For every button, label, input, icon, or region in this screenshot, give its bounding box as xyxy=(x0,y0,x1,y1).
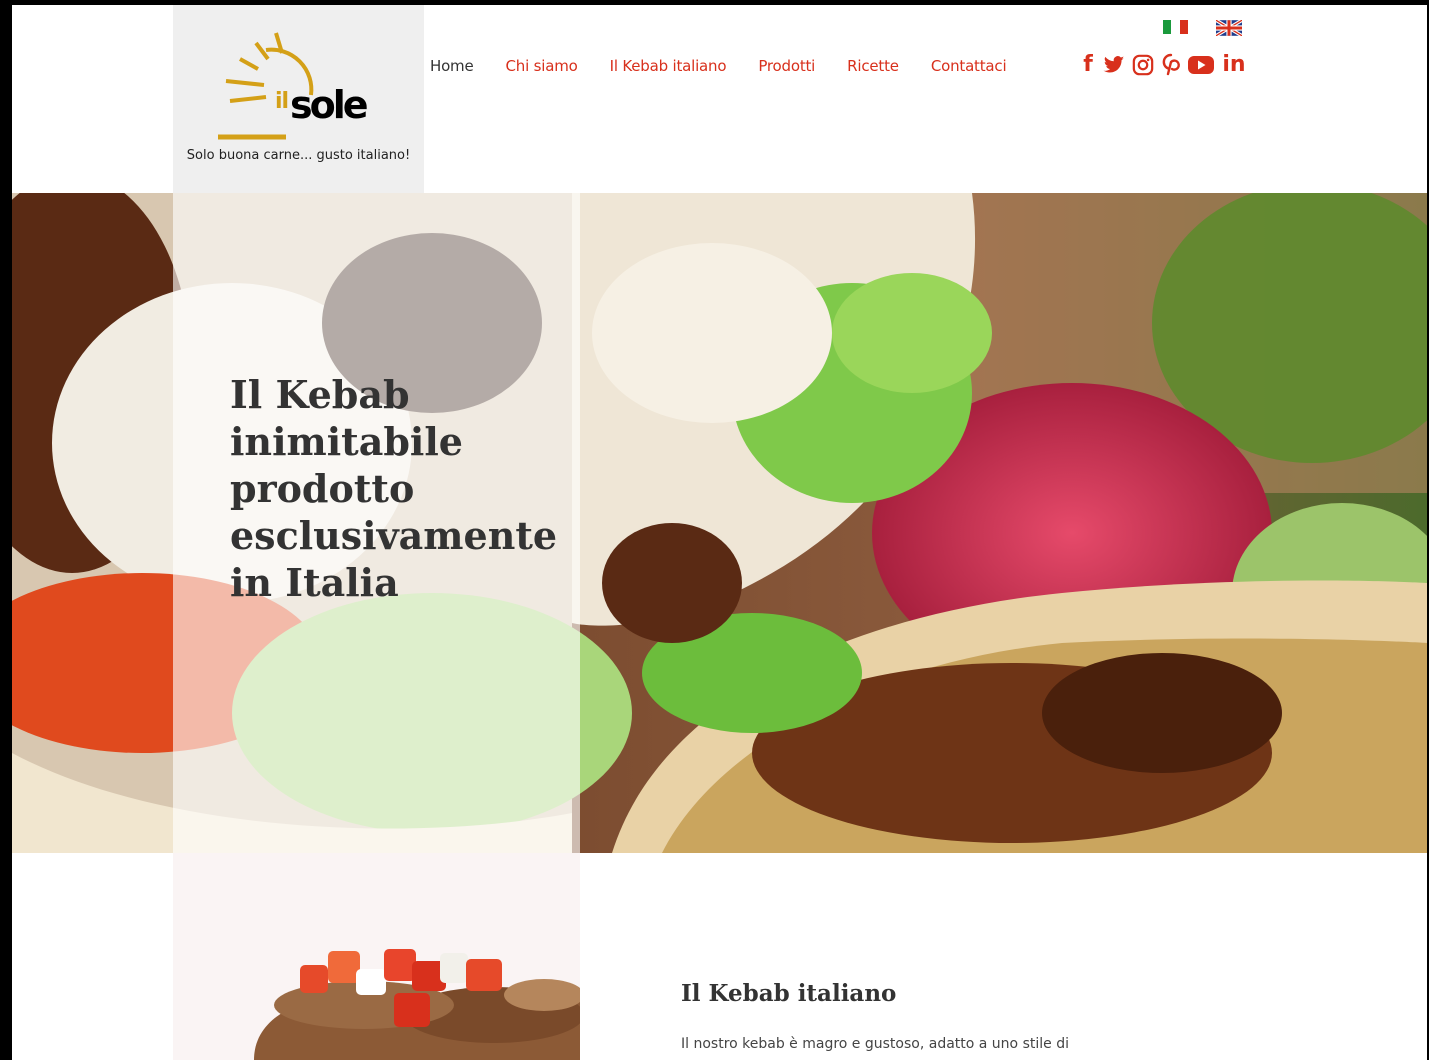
main-nav: Home Chi siamo Il Kebab italiano Prodott… xyxy=(430,57,1038,75)
nav-prodotti[interactable]: Prodotti xyxy=(758,57,815,75)
facebook-icon[interactable]: f xyxy=(1080,53,1096,77)
logo-name[interactable]: sole xyxy=(290,83,369,127)
intro-title: Il Kebab italiano xyxy=(681,980,897,1007)
nav-kebab-italiano[interactable]: Il Kebab italiano xyxy=(610,57,727,75)
instagram-icon[interactable] xyxy=(1132,54,1154,76)
social-links: f in xyxy=(1080,53,1247,77)
nav-home[interactable]: Home xyxy=(430,57,474,75)
nav-contattaci[interactable]: Contattaci xyxy=(931,57,1007,75)
youtube-icon[interactable] xyxy=(1188,55,1214,75)
kebab-plate-image xyxy=(254,949,580,1060)
twitter-icon[interactable] xyxy=(1103,55,1125,75)
italian-flag-icon[interactable] xyxy=(1163,20,1188,34)
hero-banner: Il Kebab inimitabile prodotto esclusivam… xyxy=(12,193,1427,853)
linkedin-icon[interactable]: in xyxy=(1221,53,1247,77)
language-switcher xyxy=(1163,20,1242,36)
logo-prefix[interactable]: il xyxy=(275,89,289,114)
hero-title: Il Kebab inimitabile prodotto esclusivam… xyxy=(230,372,558,605)
nav-chi-siamo[interactable]: Chi siamo xyxy=(506,57,578,75)
intro-text: Il nostro kebab è magro e gustoso, adatt… xyxy=(681,1036,1069,1052)
uk-flag-icon[interactable] xyxy=(1216,20,1242,36)
tagline: Solo buona carne... gusto italiano! xyxy=(186,148,411,163)
page: il sole Solo buona carne... gusto italia… xyxy=(12,5,1427,1060)
pinterest-icon[interactable] xyxy=(1161,53,1181,77)
nav-ricette[interactable]: Ricette xyxy=(847,57,899,75)
